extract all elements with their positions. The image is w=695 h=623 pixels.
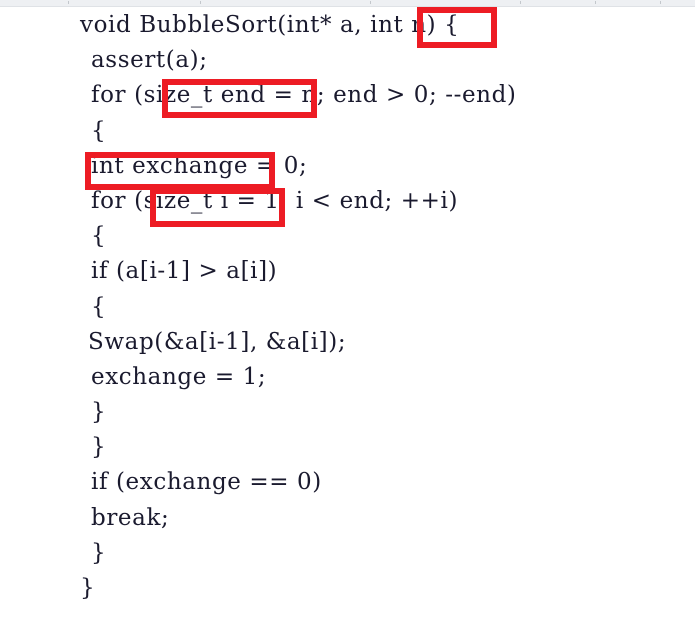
code-page: void BubbleSort(int* a, int n) {assert(a… <box>0 7 695 623</box>
code-line[interactable]: { <box>0 219 695 254</box>
code-line[interactable]: break; <box>0 501 695 536</box>
code-line[interactable]: } <box>0 430 695 465</box>
code-line[interactable]: int exchange = 0; <box>0 149 695 184</box>
code-line[interactable]: { <box>0 290 695 325</box>
ruler-tick <box>595 1 596 4</box>
code-line[interactable]: } <box>0 571 695 606</box>
ruler-tick <box>200 1 201 4</box>
ruler-strip <box>0 0 695 7</box>
code-block: void BubbleSort(int* a, int n) {assert(a… <box>0 8 695 606</box>
code-line[interactable]: assert(a); <box>0 43 695 78</box>
ruler-tick <box>660 1 661 4</box>
code-line[interactable]: if (exchange == 0) <box>0 465 695 500</box>
code-line[interactable]: if (a[i-1] > a[i]) <box>0 254 695 289</box>
code-line[interactable]: for (size_t end = n; end > 0; --end) <box>0 78 695 113</box>
ruler-tick <box>68 1 69 4</box>
ruler-tick <box>370 1 371 4</box>
code-line[interactable]: for (size_t i = 1; i < end; ++i) <box>0 184 695 219</box>
code-line[interactable]: } <box>0 536 695 571</box>
ruler-tick <box>520 1 521 4</box>
code-line[interactable]: exchange = 1; <box>0 360 695 395</box>
code-line[interactable]: { <box>0 114 695 149</box>
code-line[interactable]: } <box>0 395 695 430</box>
code-line[interactable]: void BubbleSort(int* a, int n) { <box>0 8 695 43</box>
code-line[interactable]: Swap(&a[i-1], &a[i]); <box>0 325 695 360</box>
